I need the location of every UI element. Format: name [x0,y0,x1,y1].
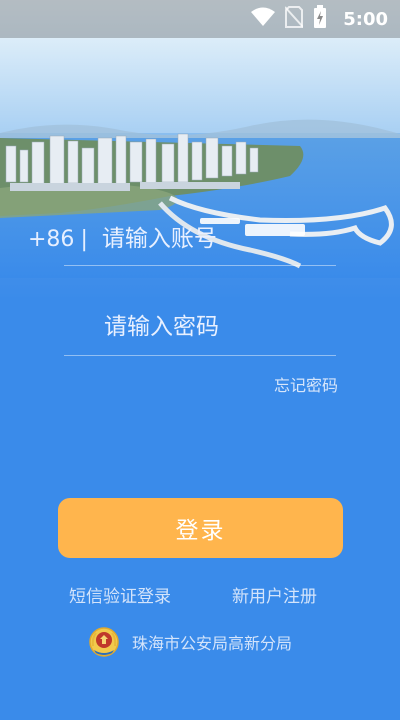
no-sim-icon [284,6,304,32]
login-button[interactable]: 登录 [58,498,343,558]
password-row [104,309,324,345]
forgot-password-link[interactable]: 忘记密码 [274,372,338,396]
password-input[interactable] [104,314,324,340]
police-emblem-icon [89,627,119,657]
login-screen: 5:00 +86 | 忘记密码 登录 短信验证登录 新用户注册 珠海市公安局高新… [0,0,400,720]
country-code-separator: | [80,226,88,252]
footer: 珠海市公安局高新分局 [88,625,292,659]
status-time: 5:00 [343,8,388,30]
wifi-icon [251,7,276,31]
account-row: +86 | [28,222,322,256]
register-link[interactable]: 新用户注册 [232,582,317,607]
account-underline [64,265,336,266]
country-code-selector[interactable]: +86 [28,227,74,252]
password-underline [64,355,336,356]
status-bar: 5:00 [0,0,400,38]
account-input[interactable] [101,226,322,252]
sms-login-link[interactable]: 短信验证登录 [69,582,171,607]
battery-charging-icon [313,5,327,33]
organization-name: 珠海市公安局高新分局 [132,634,293,653]
